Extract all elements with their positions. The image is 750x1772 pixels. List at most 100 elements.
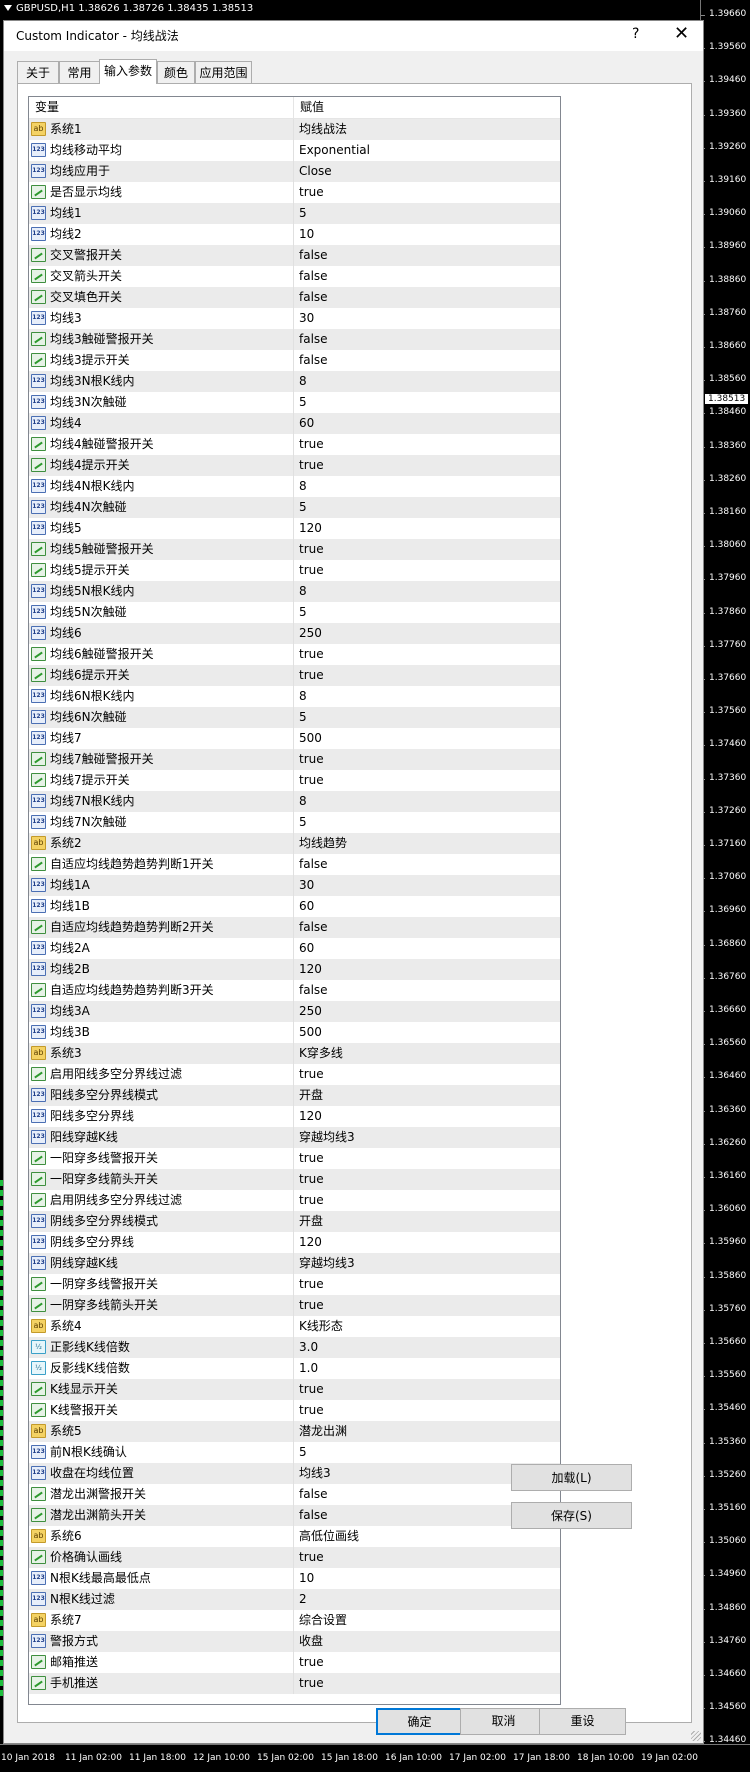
variable-cell[interactable]: 123 阴线多空分界线: [29, 1232, 294, 1253]
value-cell[interactable]: true: [299, 1295, 324, 1316]
table-row[interactable]: 123 均线1 5: [29, 203, 560, 224]
variable-cell[interactable]: 均线4提示开关: [29, 455, 294, 476]
table-row[interactable]: 123 N根K线最高最低点 10: [29, 1568, 560, 1589]
table-row[interactable]: 123 均线应用于 Close: [29, 161, 560, 182]
variable-cell[interactable]: 123 均线3N次触碰: [29, 392, 294, 413]
variable-cell[interactable]: 123 均线1: [29, 203, 294, 224]
table-row[interactable]: 123 阳线穿越K线 穿越均线3: [29, 1127, 560, 1148]
variable-cell[interactable]: 均线6提示开关: [29, 665, 294, 686]
variable-cell[interactable]: ab 系统7: [29, 1610, 294, 1631]
value-cell[interactable]: 5: [299, 707, 307, 728]
value-cell[interactable]: 穿越均线3: [299, 1127, 355, 1148]
table-row[interactable]: 123 均线6N次触碰 5: [29, 707, 560, 728]
table-row[interactable]: 123 均线7 500: [29, 728, 560, 749]
variable-cell[interactable]: 均线3触碰警报开关: [29, 329, 294, 350]
value-cell[interactable]: 60: [299, 413, 314, 434]
time-axis[interactable]: 10 Jan 2018 11 Jan 02:00 11 Jan 18:00 12 Ja…: [0, 1744, 750, 1772]
value-cell[interactable]: 250: [299, 1001, 322, 1022]
table-row[interactable]: 均线5触碰警报开关 true: [29, 539, 560, 560]
value-cell[interactable]: 5: [299, 392, 307, 413]
value-cell[interactable]: false: [299, 854, 328, 875]
value-cell[interactable]: 60: [299, 938, 314, 959]
value-cell[interactable]: 5: [299, 1442, 307, 1463]
table-row[interactable]: 123 阳线多空分界线模式 开盘: [29, 1085, 560, 1106]
column-header-variable[interactable]: 变量: [29, 97, 294, 118]
value-cell[interactable]: 10: [299, 224, 314, 245]
table-row[interactable]: 123 均线4 60: [29, 413, 560, 434]
value-cell[interactable]: 2: [299, 1589, 307, 1610]
table-row[interactable]: ab 系统5 潜龙出渊: [29, 1421, 560, 1442]
value-cell[interactable]: 均线战法: [299, 119, 347, 140]
variable-cell[interactable]: 123 均线3N根K线内: [29, 371, 294, 392]
value-cell[interactable]: Exponential: [299, 140, 370, 161]
value-cell[interactable]: 500: [299, 728, 322, 749]
table-row[interactable]: 123 均线3 30: [29, 308, 560, 329]
table-row[interactable]: 123 均线3N根K线内 8: [29, 371, 560, 392]
variable-cell[interactable]: 自适应均线趋势趋势判断1开关: [29, 854, 294, 875]
table-row[interactable]: ab 系统4 K线形态: [29, 1316, 560, 1337]
title-bar[interactable]: Custom Indicator - 均线战法 ? ✕: [4, 21, 703, 51]
value-cell[interactable]: true: [299, 182, 324, 203]
variable-cell[interactable]: 123 均线2A: [29, 938, 294, 959]
variable-cell[interactable]: 123 阳线多空分界线: [29, 1106, 294, 1127]
variable-cell[interactable]: ab 系统1: [29, 119, 294, 140]
variable-cell[interactable]: K线警报开关: [29, 1400, 294, 1421]
variable-cell[interactable]: 启用阳线多空分界线过滤: [29, 1064, 294, 1085]
value-cell[interactable]: true: [299, 1379, 324, 1400]
variable-cell[interactable]: 123 均线4: [29, 413, 294, 434]
table-row[interactable]: 均线3触碰警报开关 false: [29, 329, 560, 350]
value-cell[interactable]: 8: [299, 476, 307, 497]
variable-cell[interactable]: ½ 正影线K线倍数: [29, 1337, 294, 1358]
table-row[interactable]: 123 收盘在均线位置 均线3: [29, 1463, 560, 1484]
value-cell[interactable]: false: [299, 329, 328, 350]
table-row[interactable]: ab 系统2 均线趋势: [29, 833, 560, 854]
tab-colors[interactable]: 颜色: [157, 61, 195, 83]
reset-button[interactable]: 重设: [539, 1708, 626, 1735]
table-row[interactable]: 123 警报方式 收盘: [29, 1631, 560, 1652]
value-cell[interactable]: 5: [299, 602, 307, 623]
table-row[interactable]: 123 均线5N根K线内 8: [29, 581, 560, 602]
variable-cell[interactable]: 手机推送: [29, 1673, 294, 1694]
variable-cell[interactable]: 自适应均线趋势趋势判断2开关: [29, 917, 294, 938]
variable-cell[interactable]: 123 均线7N根K线内: [29, 791, 294, 812]
variable-cell[interactable]: 123 N根K线最高最低点: [29, 1568, 294, 1589]
table-row[interactable]: 123 均线6 250: [29, 623, 560, 644]
table-row[interactable]: 123 均线6N根K线内 8: [29, 686, 560, 707]
table-row[interactable]: 123 阳线多空分界线 120: [29, 1106, 560, 1127]
table-row[interactable]: 123 均线7N次触碰 5: [29, 812, 560, 833]
variable-cell[interactable]: 自适应均线趋势趋势判断3开关: [29, 980, 294, 1001]
value-cell[interactable]: true: [299, 1064, 324, 1085]
variable-cell[interactable]: 均线7提示开关: [29, 770, 294, 791]
variable-cell[interactable]: 123 均线3B: [29, 1022, 294, 1043]
value-cell[interactable]: true: [299, 1547, 324, 1568]
value-cell[interactable]: 30: [299, 308, 314, 329]
value-cell[interactable]: 高低位画线: [299, 1526, 359, 1547]
variable-cell[interactable]: 均线5提示开关: [29, 560, 294, 581]
table-row[interactable]: 123 阴线穿越K线 穿越均线3: [29, 1253, 560, 1274]
variable-cell[interactable]: 123 均线6: [29, 623, 294, 644]
variable-cell[interactable]: 启用阴线多空分界线过滤: [29, 1190, 294, 1211]
variable-cell[interactable]: 123 阳线多空分界线模式: [29, 1085, 294, 1106]
table-row[interactable]: 123 均线7N根K线内 8: [29, 791, 560, 812]
value-cell[interactable]: 120: [299, 518, 322, 539]
value-cell[interactable]: 1.0: [299, 1358, 318, 1379]
value-cell[interactable]: true: [299, 434, 324, 455]
table-row[interactable]: 123 阴线多空分界线 120: [29, 1232, 560, 1253]
table-row[interactable]: 123 均线2 10: [29, 224, 560, 245]
variable-cell[interactable]: 123 阴线穿越K线: [29, 1253, 294, 1274]
value-cell[interactable]: true: [299, 1274, 324, 1295]
variable-cell[interactable]: 一阳穿多线箭头开关: [29, 1169, 294, 1190]
table-row[interactable]: ½ 反影线K线倍数 1.0: [29, 1358, 560, 1379]
value-cell[interactable]: 10: [299, 1568, 314, 1589]
value-cell[interactable]: false: [299, 350, 328, 371]
value-cell[interactable]: true: [299, 1169, 324, 1190]
variable-cell[interactable]: 123 均线6N根K线内: [29, 686, 294, 707]
variable-cell[interactable]: 均线4触碰警报开关: [29, 434, 294, 455]
variable-cell[interactable]: 123 均线2B: [29, 959, 294, 980]
value-cell[interactable]: false: [299, 287, 328, 308]
table-row[interactable]: 自适应均线趋势趋势判断3开关 false: [29, 980, 560, 1001]
table-row[interactable]: 交叉填色开关 false: [29, 287, 560, 308]
table-row[interactable]: 均线7提示开关 true: [29, 770, 560, 791]
table-row[interactable]: 123 均线4N次触碰 5: [29, 497, 560, 518]
variable-cell[interactable]: 交叉警报开关: [29, 245, 294, 266]
